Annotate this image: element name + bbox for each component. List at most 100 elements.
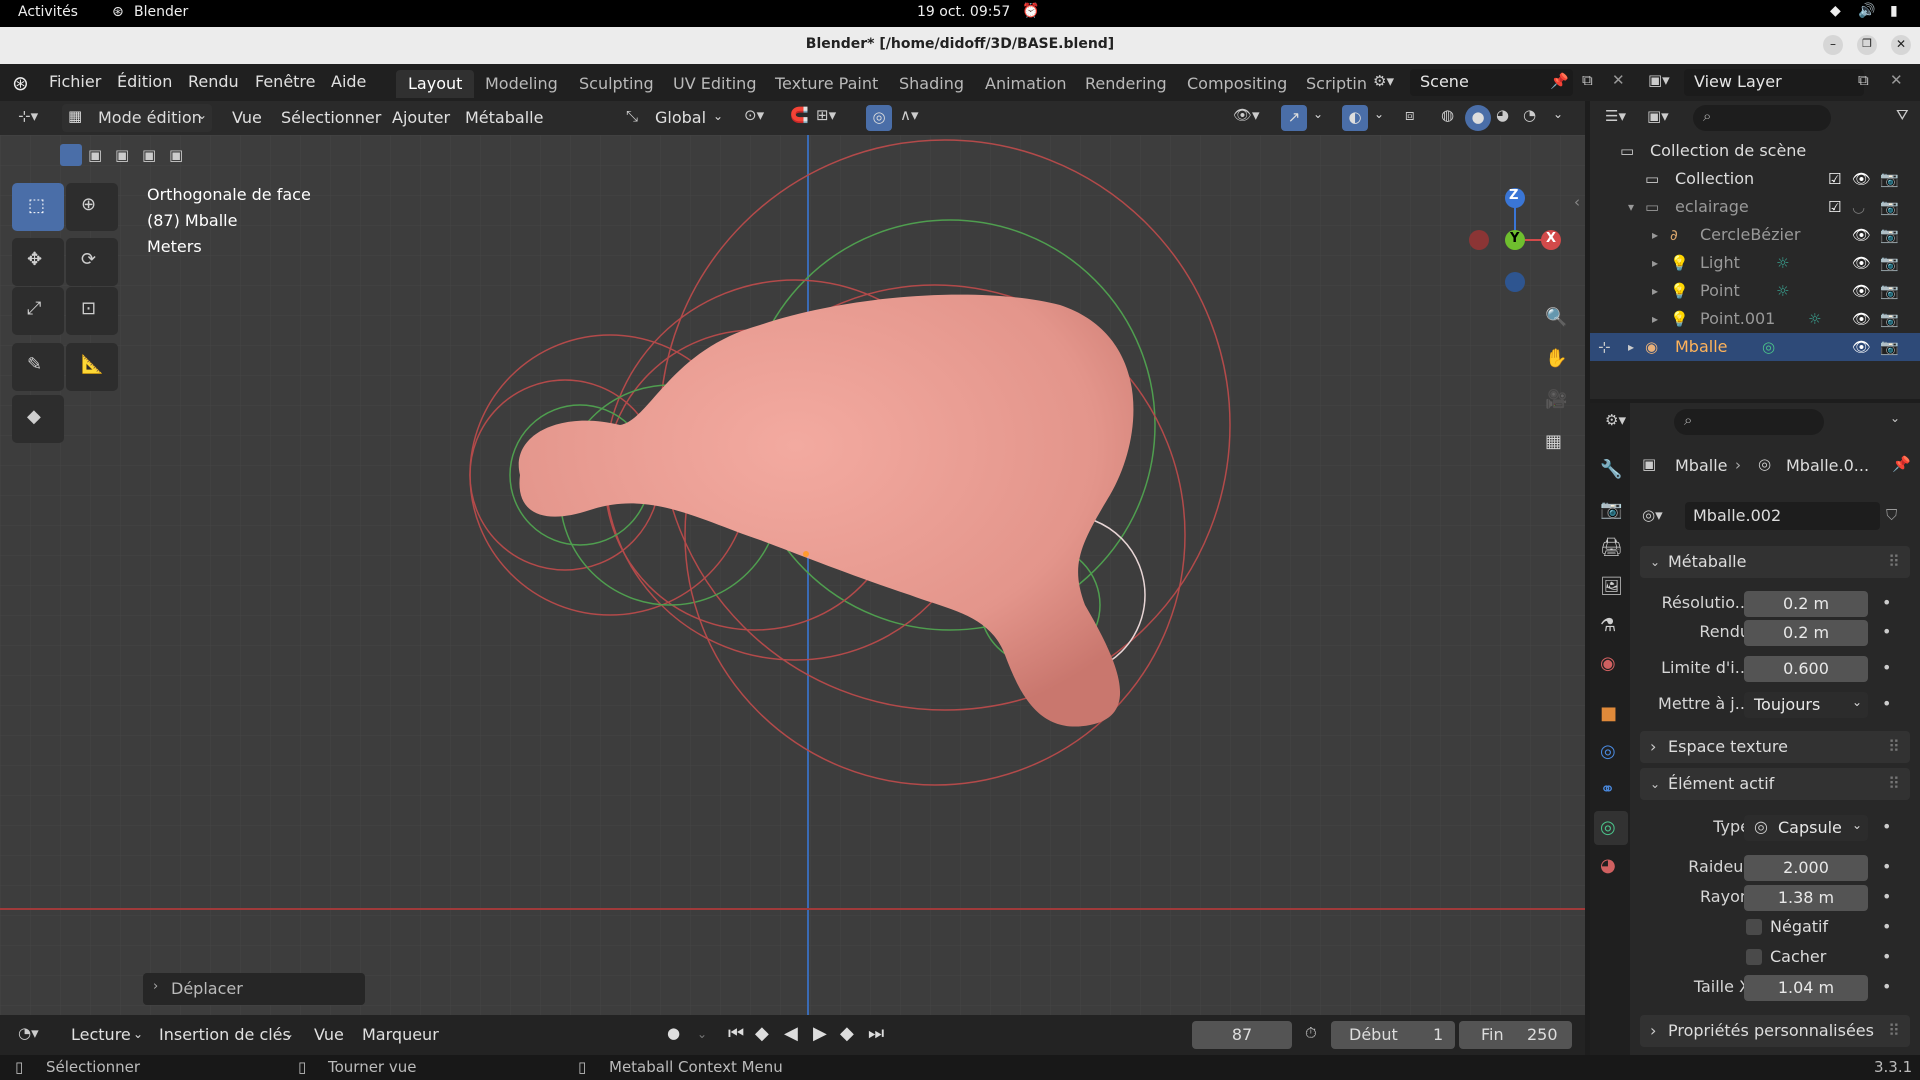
camera-icon[interactable]: 📷 xyxy=(1880,305,1899,333)
outliner-row[interactable]: ▸ 💡 Point ☼ 👁 📷 xyxy=(1590,277,1920,305)
chevron-right-icon[interactable]: ▸ xyxy=(1652,305,1658,333)
resolution-field[interactable]: 0.2 m xyxy=(1744,591,1868,617)
eye-icon[interactable]: 👁 xyxy=(1852,333,1871,361)
filter-icon[interactable]: ⛛ xyxy=(1896,106,1909,124)
prev-keyframe-icon[interactable]: ◆ xyxy=(755,1023,769,1044)
keyframe-dot-icon[interactable]: • xyxy=(1882,622,1891,641)
camera-icon[interactable]: 📷 xyxy=(1880,193,1899,221)
play-icon[interactable]: ▶ xyxy=(813,1023,827,1044)
tab-texture-paint[interactable]: Texture Paint xyxy=(763,70,890,98)
eye-icon[interactable]: 👁 xyxy=(1852,221,1871,249)
delete-view-layer-icon[interactable]: ✕ xyxy=(1890,71,1903,89)
keying-menu[interactable]: Insertion de clés xyxy=(159,1025,291,1044)
display-mode-icon[interactable]: ▣▾ xyxy=(1647,107,1669,125)
size-x-field[interactable]: 1.04 m xyxy=(1744,975,1868,1001)
section-metaball[interactable]: ⌄ Métaballe ⠿ xyxy=(1640,546,1910,578)
datablock-browse-icon[interactable]: ◎▾ xyxy=(1642,506,1663,524)
eye-icon[interactable]: 👁 xyxy=(1852,165,1871,193)
drag-handle-icon[interactable]: ⠿ xyxy=(1888,546,1900,578)
mode-dropdown[interactable]: ▦ Mode édition ⌄ xyxy=(62,104,212,132)
camera-icon[interactable]: 📷 xyxy=(1880,333,1899,361)
chevron-right-icon[interactable]: ▸ xyxy=(1652,221,1658,249)
outliner-row[interactable]: ▸ 💡 Point.001 ☼ 👁 📷 xyxy=(1590,305,1920,333)
chevron-right-icon[interactable]: ▸ xyxy=(1652,249,1658,277)
tool-tab-icon[interactable]: 🔧 xyxy=(1600,459,1622,480)
chevron-right-icon[interactable]: ▸ xyxy=(1628,333,1634,361)
current-frame-field[interactable]: 87 xyxy=(1192,1021,1292,1049)
section-texture-space[interactable]: › Espace texture ⠿ xyxy=(1640,731,1910,763)
delete-scene-icon[interactable]: ✕ xyxy=(1612,71,1625,89)
timeline-editor-icon[interactable]: ◔▾ xyxy=(18,1024,39,1042)
menu-select[interactable]: Sélectionner xyxy=(281,108,381,127)
next-keyframe-icon[interactable]: ◆ xyxy=(840,1023,854,1044)
tab-compositing[interactable]: Compositing xyxy=(1175,70,1299,98)
menu-add[interactable]: Ajouter xyxy=(392,108,450,127)
properties-search-input[interactable]: ⌕ xyxy=(1674,409,1824,435)
zoom-icon[interactable]: 🔍 xyxy=(1545,307,1567,328)
outliner-row-selected[interactable]: ⊹ ▸ ◉ Mballe ◎ 👁 📷 xyxy=(1590,333,1920,361)
battery-icon[interactable]: ▮ xyxy=(1890,3,1898,19)
tab-sculpting[interactable]: Sculpting xyxy=(567,70,666,98)
menu-edit[interactable]: Édition xyxy=(117,72,172,91)
editor-type-icon[interactable]: ⊹▾ xyxy=(18,107,38,125)
close-button[interactable]: ✕ xyxy=(1891,35,1911,55)
xray-icon[interactable]: ⧈ xyxy=(1405,106,1415,124)
radius-field[interactable]: 1.38 m xyxy=(1744,885,1868,911)
rendered-shading-icon[interactable]: ◔ xyxy=(1523,106,1536,124)
tab-scripting[interactable]: Scriptin xyxy=(1294,70,1367,98)
checkbox-icon[interactable]: ☑ xyxy=(1828,193,1841,221)
add-cube-tool[interactable]: ◆ xyxy=(12,395,64,443)
pivot-point-icon[interactable]: ⊙▾ xyxy=(744,106,764,124)
constraints-tab-icon[interactable]: ⚭ xyxy=(1600,779,1615,800)
keyframe-dot-icon[interactable]: • xyxy=(1882,917,1891,936)
visibility-icon[interactable]: 👁▾ xyxy=(1233,106,1260,124)
transform-tool[interactable]: ⊡ xyxy=(66,287,118,335)
end-frame-field[interactable]: Fin 250 xyxy=(1459,1021,1572,1049)
overlays-toggle-icon[interactable]: ◐ xyxy=(1342,105,1368,131)
chevron-down-icon[interactable]: ⌄ xyxy=(1553,107,1563,121)
new-view-layer-icon[interactable]: ⧉ xyxy=(1858,71,1869,89)
select-invert-icon[interactable]: ▣ xyxy=(142,146,156,164)
eye-closed-icon[interactable]: ◡ xyxy=(1852,193,1865,221)
blender-logo-icon[interactable]: ⊛ xyxy=(12,71,29,95)
keyframe-dot-icon[interactable]: • xyxy=(1882,593,1891,612)
minimize-button[interactable]: – xyxy=(1823,35,1843,55)
view-layer-field[interactable]: View Layer xyxy=(1684,69,1864,96)
tab-shading[interactable]: Shading xyxy=(887,70,976,98)
chevron-down-icon[interactable]: ⌄ xyxy=(1890,411,1900,425)
outliner-editor-icon[interactable]: ☰▾ xyxy=(1605,107,1626,125)
outliner-row[interactable]: ▸ ∂ CercleBézier 👁 📷 xyxy=(1590,221,1920,249)
negative-checkbox[interactable] xyxy=(1746,919,1762,935)
falloff-icon[interactable]: ∧▾ xyxy=(900,106,919,124)
new-scene-icon[interactable]: ⧉ xyxy=(1582,71,1593,89)
solid-shading-icon[interactable]: ● xyxy=(1465,105,1491,131)
start-frame-field[interactable]: Début 1 xyxy=(1331,1021,1455,1049)
annotate-tool[interactable]: ✎ xyxy=(12,343,64,391)
wifi-icon[interactable]: ◆ xyxy=(1830,3,1841,19)
clock[interactable]: 19 oct. 09:57 xyxy=(917,4,1010,20)
drag-handle-icon[interactable]: ⠿ xyxy=(1888,1015,1900,1047)
menu-render[interactable]: Rendu xyxy=(188,72,239,91)
chevron-down-icon[interactable]: ⌄ xyxy=(1313,107,1323,121)
scene-selector-icon[interactable]: ⚙▾ xyxy=(1373,72,1394,90)
menu-metaball[interactable]: Métaballe xyxy=(465,108,543,127)
section-custom-properties[interactable]: › Propriétés personnalisées ⠿ xyxy=(1640,1015,1910,1047)
datablock-name-field[interactable]: Mballe.002 xyxy=(1685,502,1880,530)
grid-perspective-icon[interactable]: ▦ xyxy=(1545,431,1562,452)
select-box-tool[interactable]: ⬚ xyxy=(12,183,64,231)
tab-rendering[interactable]: Rendering xyxy=(1073,70,1179,98)
camera-icon[interactable]: 📷 xyxy=(1880,165,1899,193)
eye-icon[interactable]: 👁 xyxy=(1852,277,1871,305)
stopwatch-icon[interactable]: ⏱ xyxy=(1305,1024,1317,1042)
hide-checkbox[interactable] xyxy=(1746,949,1762,965)
outliner-search-input[interactable]: ⌕ xyxy=(1693,105,1831,131)
fake-user-icon[interactable]: ⛉ xyxy=(1886,506,1897,524)
drag-handle-icon[interactable]: ⠿ xyxy=(1888,731,1900,763)
outliner-scene-collection[interactable]: ▭ Collection de scène xyxy=(1590,137,1920,165)
edit-mode-icon[interactable]: ⊹ xyxy=(1598,333,1611,361)
keyframe-dot-icon[interactable]: • xyxy=(1882,694,1891,713)
cursor-tool[interactable]: ⊕ xyxy=(66,183,118,231)
sidebar-toggle-icon[interactable]: ‹ xyxy=(1574,193,1580,211)
keyframe-dot-icon[interactable]: • xyxy=(1882,947,1891,966)
volume-icon[interactable]: 🔊 xyxy=(1858,3,1875,19)
